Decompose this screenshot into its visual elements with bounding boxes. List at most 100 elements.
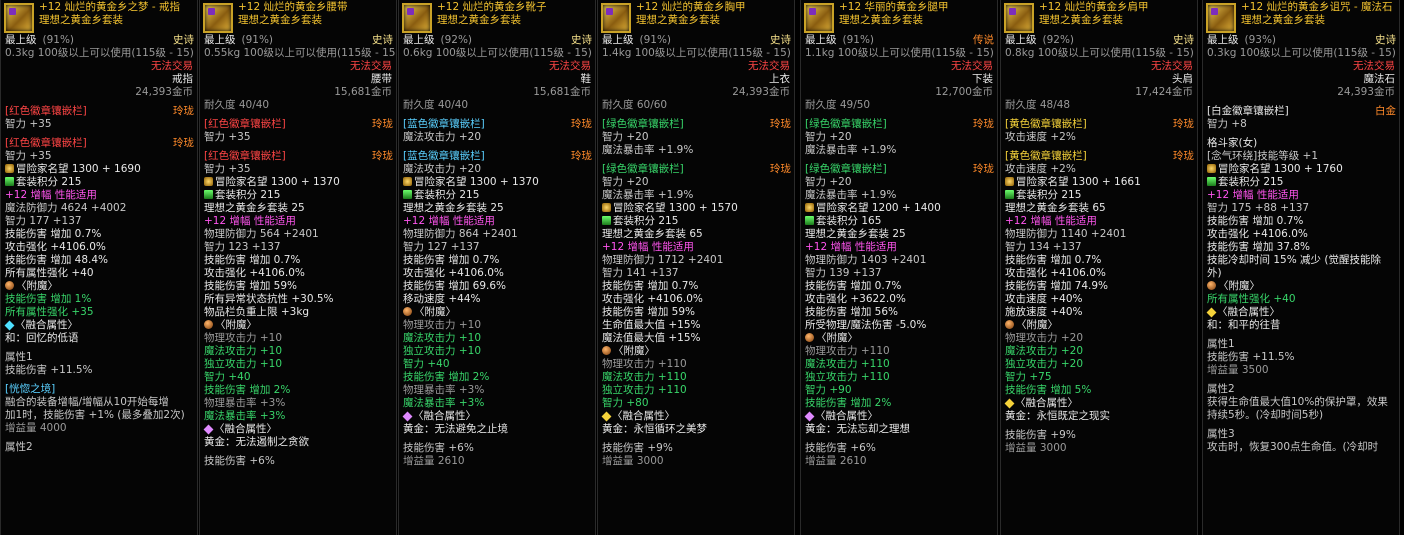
stat-line: 技能伤害 增加 0.7%	[1, 228, 197, 241]
stat-line: 最上级 (91%) 史诗	[1, 34, 197, 47]
fame-icon	[1005, 177, 1014, 186]
fuse2-icon	[601, 411, 612, 422]
quality-percent: (93%)	[1244, 34, 1277, 46]
stat-line: 理想之黄金乡套装 25	[200, 202, 396, 215]
stat-line: 技能伤害 +11.5%	[1, 364, 197, 377]
right-tag: 玲珑	[770, 118, 791, 130]
stat-line: 技能伤害 增加 5%	[1001, 384, 1197, 397]
item-set-name: 理想之黄金乡套装	[39, 14, 123, 26]
stat-text: 魔法攻击力 +110	[805, 358, 890, 370]
stat-text: 15,681金币	[334, 86, 392, 98]
stat-line: [红色徽章镶嵌栏] 玲珑	[1, 137, 197, 150]
stat-text: 增益量 4000	[5, 422, 67, 434]
stat-text: 攻击速度 +2%	[1005, 131, 1076, 143]
stat-text: 魔法石	[1363, 73, 1396, 85]
stat-text: 智力 +20	[805, 131, 852, 143]
ench-icon	[805, 333, 814, 342]
stat-text: 〈附魔〉	[816, 332, 858, 344]
stat-text: 魔法暴击率 +3%	[204, 410, 286, 422]
stat-text: 智力 +35	[5, 118, 52, 130]
stat-line: [黄色徽章镶嵌栏] 玲珑	[1001, 118, 1197, 131]
stat-line: 套装积分 215	[598, 215, 794, 228]
item-header: +12 灿烂的黄金乡靴子 理想之黄金乡套装	[399, 0, 595, 34]
stat-text: 智力 141 +137	[602, 267, 679, 279]
stat-line: 最上级 (92%) 史诗	[1001, 34, 1197, 47]
stat-text: 攻击强化 +4106.0%	[204, 267, 305, 279]
stat-line: 物理暴击率 +3%	[399, 384, 595, 397]
stat-line: 〈融合属性〉	[399, 410, 595, 423]
stat-line: 技能伤害 增加 0.7%	[200, 254, 396, 267]
stat-line: 增益量 3000	[598, 455, 794, 468]
stat-line: 智力 +20	[598, 131, 794, 144]
item-header: +12 灿烂的黄金乡诅咒 - 魔法石 理想之黄金乡套装	[1203, 0, 1399, 34]
stat-line: 攻击强化 +4106.0%	[200, 267, 396, 280]
ench-icon	[403, 307, 412, 316]
stat-text: 技能伤害 +11.5%	[1207, 351, 1295, 363]
fame-icon	[1207, 164, 1216, 173]
stat-text: 物理攻击力 +10	[403, 319, 481, 331]
stat-line: 耐久度 60/60	[598, 99, 794, 112]
stat-line: 技能伤害 增加 48.4%	[1, 254, 197, 267]
stat-text: 技能伤害 增加 37.8%	[1207, 241, 1311, 253]
stat-line: 属性1	[1203, 338, 1399, 351]
stat-line: 魔法暴击率 +1.9%	[598, 189, 794, 202]
stat-text: 冒险家名望 1300 + 1760	[1218, 163, 1343, 175]
stat-text: 理想之黄金乡套装 25	[204, 202, 305, 214]
stat-text: 15,681金币	[533, 86, 591, 98]
stat-text: 套装积分 215	[414, 189, 480, 201]
stat-text: 技能伤害 增加 1%	[5, 293, 92, 305]
item-name: +12 灿烂的黄金乡肩甲	[1039, 1, 1149, 13]
stat-text: 格斗家(女)	[1207, 137, 1258, 149]
stat-line: 黄金：无法遏制之贪欲	[200, 436, 396, 449]
stat-text: 外)	[1207, 267, 1222, 279]
stat-line: 无法交易	[801, 60, 997, 73]
stat-line: 智力 139 +137	[801, 267, 997, 280]
fuse2-icon	[1206, 307, 1217, 318]
right-tag: 玲珑	[770, 163, 791, 175]
stat-text: 0.3kg 100级以上可以使用(115级 - 15)	[1207, 47, 1396, 59]
stat-line: 智力 +40	[399, 358, 595, 371]
stat-text: 属性2	[1207, 383, 1235, 395]
stat-line: 下装	[801, 73, 997, 86]
stat-line: 最上级 (91%) 史诗	[200, 34, 396, 47]
stat-line: +12 增幅 性能适用	[1, 189, 197, 202]
stat-line: 增益量 2610	[801, 455, 997, 468]
stat-text: 物理防御力 1403 +2401	[805, 254, 927, 266]
stat-line: 套装积分 215	[1, 176, 197, 189]
stat-line: 技能伤害 增加 59%	[200, 280, 396, 293]
stat-line: 技能伤害 +9%	[598, 442, 794, 455]
stat-text: 〈融合属性〉	[15, 319, 78, 331]
stat-text: 融合的装备增幅/增幅从10开始每增	[5, 396, 169, 408]
stat-line: 技能伤害 增加 2%	[399, 371, 595, 384]
stat-text: 魔法暴击率 +3%	[403, 397, 485, 409]
stat-line: 智力 123 +137	[200, 241, 396, 254]
stat-text: 智力 +90	[805, 384, 852, 396]
set-icon	[602, 216, 611, 225]
stat-line: 属性2	[1203, 383, 1399, 396]
stat-line: [黄色徽章镶嵌栏] 玲珑	[1001, 150, 1197, 163]
stat-line: 物理防御力 564 +2401	[200, 228, 396, 241]
stat-line: 头肩	[1001, 73, 1197, 86]
stat-text: 耐久度 60/60	[602, 99, 668, 111]
stat-text: 物理暴击率 +3%	[403, 384, 485, 396]
ench-icon	[204, 320, 213, 329]
stat-text: 物理攻击力 +20	[1005, 332, 1083, 344]
quality-percent: (92%)	[1042, 34, 1075, 46]
stat-line: 耐久度 48/48	[1001, 99, 1197, 112]
set-icon	[1005, 190, 1014, 199]
stat-line: 耐久度 49/50	[801, 99, 997, 112]
stat-line: 17,424金币	[1001, 86, 1197, 99]
stat-text: 获得生命值最大值10%的保护罩，效果	[1207, 396, 1388, 408]
stat-text: 物理攻击力 +10	[204, 332, 282, 344]
stat-text: 〈附魔〉	[1218, 280, 1260, 292]
item-tooltip-card: +12 灿烂的黄金乡肩甲 理想之黄金乡套装 最上级 (92%) 史诗 0.8kg 100级…	[1000, 0, 1198, 535]
stat-text: 增益量 2610	[805, 455, 867, 467]
stat-text: 攻击强化 +4106.0%	[602, 293, 703, 305]
stat-line: 魔法攻击力 +20	[399, 163, 595, 176]
item-set-name: 理想之黄金乡套装	[238, 14, 322, 26]
stat-text: 24,393金币	[1337, 86, 1395, 98]
stat-line: 独立攻击力 +10	[399, 345, 595, 358]
stat-text: 技能伤害 增加 59%	[204, 280, 298, 292]
stat-line: [红色徽章镶嵌栏] 玲珑	[200, 150, 396, 163]
stat-text: 物理防御力 1712 +2401	[602, 254, 724, 266]
